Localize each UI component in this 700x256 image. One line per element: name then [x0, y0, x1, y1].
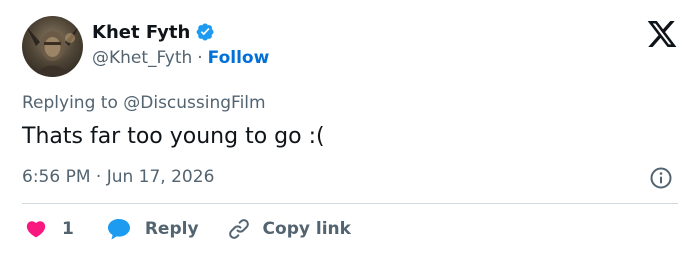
author-display-name[interactable]: Khet Fyth — [92, 22, 190, 43]
replying-to-prefix: Replying to — [22, 93, 118, 113]
verified-badge-icon — [196, 23, 214, 41]
like-button[interactable]: 1 — [25, 218, 74, 240]
heart-icon — [26, 221, 46, 238]
avatar[interactable] — [22, 16, 83, 77]
info-icon[interactable] — [649, 166, 673, 190]
link-icon — [228, 219, 249, 239]
follow-button[interactable]: Follow — [208, 48, 270, 68]
copy-link-button[interactable]: Copy link — [227, 217, 351, 241]
replying-to: Replying to @DiscussingFilm — [22, 93, 266, 113]
x-logo-icon[interactable] — [646, 18, 678, 50]
tweet-card: Khet Fyth @Khet_Fyth · Follow Replying t… — [0, 0, 700, 256]
tweet-text: Thats far too young to go :( — [22, 124, 325, 149]
action-bar: 1 Reply Copy link — [25, 216, 351, 242]
like-count: 1 — [62, 219, 74, 239]
copy-link-label: Copy link — [262, 219, 351, 239]
author-handle[interactable]: @Khet_Fyth — [92, 48, 192, 68]
actions-divider — [22, 203, 678, 204]
reply-button[interactable]: Reply — [106, 217, 199, 241]
handle-row: @Khet_Fyth · Follow — [92, 48, 269, 68]
name-row: Khet Fyth — [92, 20, 269, 44]
speech-bubble-icon — [107, 219, 130, 240]
avatar-image — [22, 16, 83, 77]
replying-to-mention[interactable]: @DiscussingFilm — [123, 93, 265, 113]
separator-dot: · — [197, 48, 203, 68]
tweet-timestamp[interactable]: 6:56 PM · Jun 17, 2026 — [22, 167, 214, 187]
reply-label: Reply — [144, 219, 199, 239]
author-block: Khet Fyth @Khet_Fyth · Follow — [92, 20, 269, 69]
